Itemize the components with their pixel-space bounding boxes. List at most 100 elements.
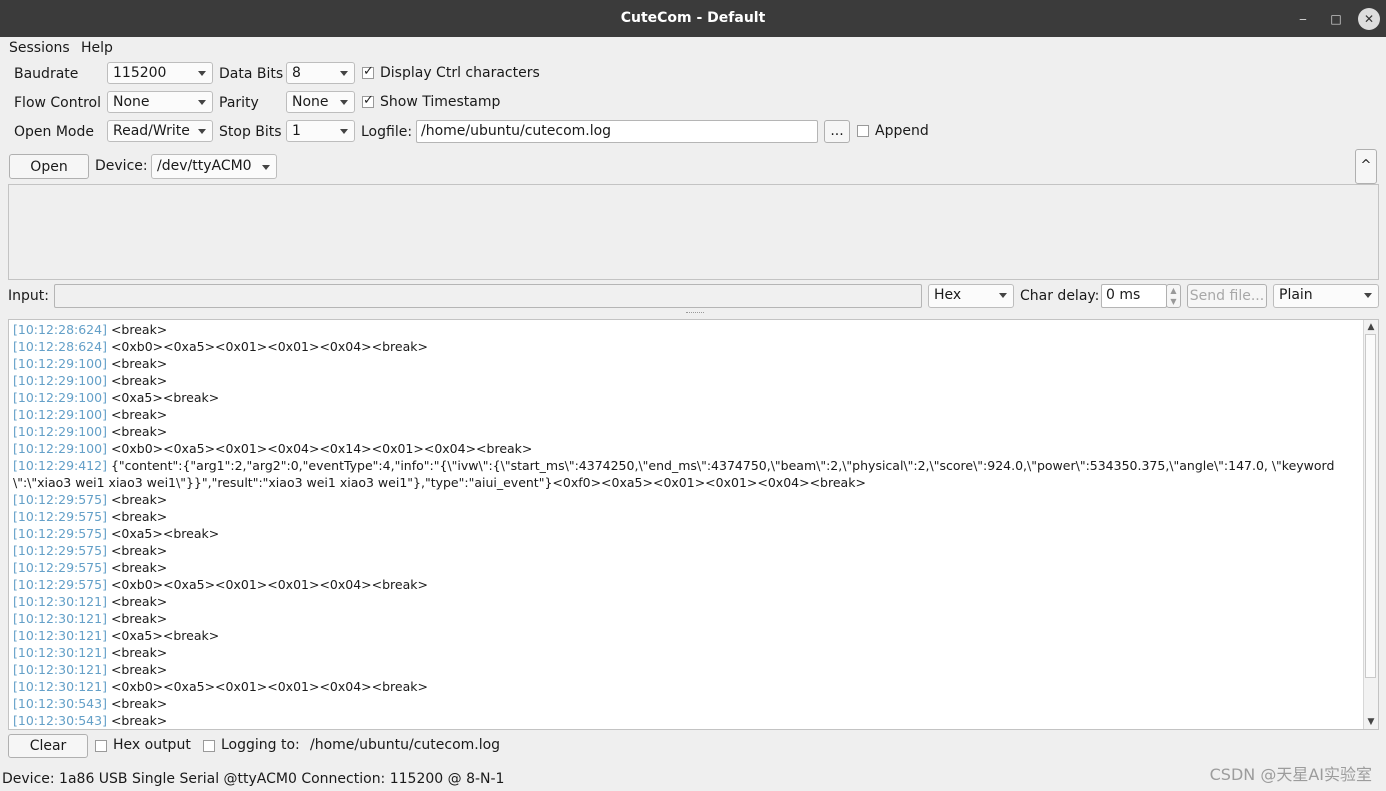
line-text: <break> — [106, 645, 168, 660]
baudrate-select[interactable]: 115200 — [107, 62, 213, 84]
input-field[interactable] — [54, 284, 922, 308]
stopbits-select[interactable]: 1 — [286, 120, 355, 142]
status-bar: Device: 1a86 USB Single Serial @ttyACM0 … — [0, 768, 1386, 791]
logfile-label: Logfile: — [361, 124, 413, 140]
line-timestamp: [10:12:30:543] — [13, 696, 107, 711]
line-text: <0xa5><break> — [106, 390, 220, 405]
device-label: Device: — [95, 158, 148, 174]
baudrate-value: 115200 — [113, 65, 167, 81]
output-line: [10:12:29:575] <break> — [13, 559, 1361, 576]
line-timestamp: [10:12:29:575] — [13, 543, 107, 558]
output-line: [10:12:29:575] <0xb0><0xa5><0x01><0x01><… — [13, 576, 1361, 593]
output-line: [10:12:29:575] <0xa5><break> — [13, 525, 1361, 542]
parity-select[interactable]: None — [286, 91, 355, 113]
logging-checkbox[interactable] — [203, 740, 215, 752]
output-line: [10:12:29:100] <break> — [13, 355, 1361, 372]
hex-output-label: Hex output — [113, 737, 191, 753]
close-button[interactable]: ✕ — [1358, 8, 1380, 30]
line-timestamp: [10:12:29:575] — [13, 509, 107, 524]
databits-label: Data Bits — [219, 66, 284, 82]
menu-help[interactable]: Help — [81, 40, 113, 56]
line-timestamp: [10:12:30:121] — [13, 662, 107, 677]
browse-logfile-button[interactable]: ... — [824, 120, 850, 143]
input-mode-select[interactable]: Plain — [1273, 284, 1379, 308]
line-text: <break> — [106, 509, 168, 524]
scroll-up-icon[interactable]: ▲ — [1364, 320, 1378, 334]
char-delay-spinner[interactable]: ▲ ▼ — [1166, 284, 1181, 308]
device-value: /dev/ttyACM0 — [157, 158, 252, 174]
append-label: Append — [875, 123, 929, 139]
output-line: [10:12:29:575] <break> — [13, 508, 1361, 525]
minimize-button[interactable]: ‒ — [1292, 8, 1314, 30]
show-timestamp-checkbox[interactable]: ✓ — [362, 93, 374, 108]
logging-label: Logging to: — [221, 737, 300, 753]
logfile-input[interactable]: /home/ubuntu/cutecom.log — [416, 120, 818, 143]
hex-output-checkbox[interactable] — [95, 740, 107, 752]
open-mode-label: Open Mode — [14, 124, 94, 140]
char-delay-input[interactable]: 0 ms — [1101, 284, 1167, 308]
line-timestamp: [10:12:29:100] — [13, 424, 107, 439]
line-text: <break> — [106, 662, 168, 677]
output-scrollbar[interactable]: ▲ ▼ — [1363, 320, 1378, 729]
line-text: <0xa5><break> — [106, 628, 220, 643]
flow-control-value: None — [113, 94, 150, 110]
output-lines: [10:12:28:624] <break> [10:12:28:624] <0x… — [13, 321, 1361, 729]
line-text: <break> — [106, 373, 168, 388]
open-mode-select[interactable]: Read/Write — [107, 120, 213, 142]
line-text: <break> — [106, 322, 168, 337]
check-icon: ✓ — [363, 93, 374, 108]
flow-control-select[interactable]: None — [107, 91, 213, 113]
chevron-down-icon — [198, 129, 206, 134]
title-bar: CuteCom - Default ‒ □ ✕ — [0, 0, 1386, 37]
line-text: <0xa5><break> — [106, 526, 220, 541]
display-ctrl-checkbox[interactable]: ✓ — [362, 65, 374, 79]
line-timestamp: [10:12:30:543] — [13, 713, 107, 728]
output-line: [10:12:30:543] <break> — [13, 712, 1361, 729]
databits-select[interactable]: 8 — [286, 62, 355, 84]
input-format-value: Hex — [934, 287, 962, 303]
output-line: [10:12:29:575] <break> — [13, 491, 1361, 508]
line-text: <0xb0><0xa5><0x01><0x04><0x14><0x01><0x0… — [106, 441, 533, 456]
output-line: [10:12:29:412] {"content":{"arg1":2,"arg… — [13, 457, 1361, 491]
chevron-up-icon: ^ — [1360, 158, 1372, 173]
chevron-down-icon — [198, 100, 206, 105]
open-mode-value: Read/Write — [113, 123, 190, 139]
output-line: [10:12:30:121] <break> — [13, 644, 1361, 661]
line-text: <break> — [106, 696, 168, 711]
output-line: [10:12:30:121] <0xa5><break> — [13, 627, 1361, 644]
input-label: Input: — [8, 288, 49, 304]
line-text: <break> — [106, 560, 168, 575]
status-text: Device: 1a86 USB Single Serial @ttyACM0 … — [2, 771, 505, 787]
input-format-select[interactable]: Hex — [928, 284, 1014, 308]
line-timestamp: [10:12:30:121] — [13, 628, 107, 643]
line-timestamp: [10:12:29:575] — [13, 492, 107, 507]
line-text: <break> — [106, 594, 168, 609]
watermark: CSDN @天星AI实验室 — [1209, 765, 1372, 784]
output-line: [10:12:28:624] <0xb0><0xa5><0x01><0x01><… — [13, 338, 1361, 355]
splitter-handle[interactable] — [686, 312, 704, 315]
line-text: <0xb0><0xa5><0x01><0x01><0x04><break> — [106, 679, 428, 694]
output-line: [10:12:28:624] <break> — [13, 321, 1361, 338]
send-file-button[interactable]: Send file... — [1187, 284, 1267, 308]
device-select[interactable]: /dev/ttyACM0 — [151, 154, 277, 179]
stopbits-value: 1 — [292, 123, 301, 139]
char-delay-label: Char delay: — [1020, 288, 1100, 304]
output-line: [10:12:30:121] <break> — [13, 661, 1361, 678]
collapse-settings-button[interactable]: ^ — [1355, 149, 1377, 184]
output-line: [10:12:29:100] <break> — [13, 372, 1361, 389]
line-timestamp: [10:12:29:100] — [13, 390, 107, 405]
logfile-value: /home/ubuntu/cutecom.log — [421, 123, 612, 139]
output-area[interactable]: [10:12:28:624] <break> [10:12:28:624] <0x… — [8, 319, 1379, 730]
maximize-button[interactable]: □ — [1325, 8, 1347, 30]
append-checkbox[interactable] — [857, 125, 869, 137]
clear-button[interactable]: Clear — [8, 734, 88, 758]
output-line: [10:12:30:543] <break> — [13, 695, 1361, 712]
output-line: [10:12:30:121] <break> — [13, 610, 1361, 627]
menu-sessions[interactable]: Sessions — [9, 40, 70, 56]
open-button[interactable]: Open — [9, 154, 89, 179]
line-timestamp: [10:12:29:575] — [13, 560, 107, 575]
line-timestamp: [10:12:28:624] — [13, 322, 107, 337]
output-line: [10:12:29:575] <break> — [13, 542, 1361, 559]
scroll-thumb[interactable] — [1365, 334, 1376, 678]
scroll-down-icon[interactable]: ▼ — [1364, 715, 1378, 729]
